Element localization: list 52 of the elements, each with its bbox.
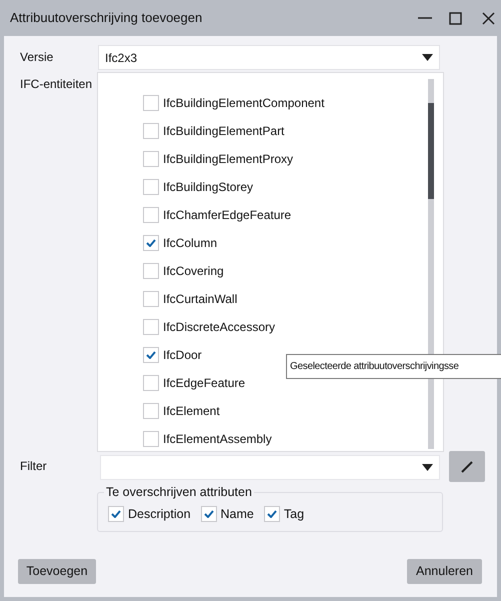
checkbox[interactable] xyxy=(143,179,159,195)
field-label: IFC-entiteiten xyxy=(20,76,94,93)
entity-label: IfcBuildingElementComponent xyxy=(163,95,324,112)
check-icon xyxy=(146,351,156,359)
filter-dropdown[interactable] xyxy=(100,455,440,480)
edit-button[interactable] xyxy=(449,451,485,482)
dropdown-arrow-icon xyxy=(422,464,433,471)
close-icon[interactable] xyxy=(482,12,495,24)
checkbox[interactable] xyxy=(143,95,159,111)
checkbox[interactable] xyxy=(264,506,280,522)
entity-label: IfcCurtainWall xyxy=(163,291,238,308)
cancel-button[interactable]: Annuleren xyxy=(407,559,482,584)
check-icon xyxy=(111,510,121,518)
entity-label: IfcBuildingStorey xyxy=(163,179,254,196)
attribute-label: Name xyxy=(220,506,254,523)
attribute-label: Tag xyxy=(284,506,304,523)
check-icon xyxy=(266,510,277,518)
checkbox[interactable] xyxy=(200,506,217,522)
add-button[interactable]: Toevoegen xyxy=(18,559,96,584)
checkbox[interactable] xyxy=(143,207,159,223)
entity-label: IfcDoor xyxy=(163,347,202,364)
checkbox[interactable] xyxy=(108,506,124,522)
entity-label: IfcColumn xyxy=(163,235,218,252)
checkbox[interactable] xyxy=(143,347,159,363)
checkbox[interactable] xyxy=(143,375,159,391)
maximize-icon[interactable] xyxy=(449,12,462,24)
check-icon xyxy=(146,239,156,247)
field-label: Filter xyxy=(20,458,48,475)
entity-label: IfcElementAssembly xyxy=(163,431,272,448)
entity-label: IfcBuildingElementPart xyxy=(163,123,284,140)
entity-label: IfcBuildingElementProxy xyxy=(163,151,294,168)
checkbox[interactable] xyxy=(143,235,159,251)
entity-label: IfcDiscreteAccessory xyxy=(163,319,276,336)
checkbox[interactable] xyxy=(143,403,159,419)
checkbox[interactable] xyxy=(143,319,159,335)
checkbox[interactable] xyxy=(143,151,159,167)
entity-label: IfcElement xyxy=(163,403,220,420)
window-title: Attribuutoverschrijving toevoegen xyxy=(10,9,204,28)
checkbox[interactable] xyxy=(143,431,159,447)
checkbox[interactable] xyxy=(143,263,159,279)
entity-label: IfcChamferEdgeFeature xyxy=(163,207,292,224)
check-icon xyxy=(204,510,214,518)
attribute-label: Description xyxy=(128,506,191,523)
dropdown-arrow-icon xyxy=(422,54,433,61)
tooltip-text: Geselecteerde attribuutoverschrijvingsse xyxy=(290,360,459,374)
pencil-icon xyxy=(461,460,473,472)
checkbox[interactable] xyxy=(143,123,159,139)
checkbox[interactable] xyxy=(143,291,159,307)
field-label: Versie xyxy=(20,49,54,66)
entity-label: IfcEdgeFeature xyxy=(163,375,246,392)
entity-label: IfcCovering xyxy=(163,263,224,280)
version-dropdown[interactable]: Ifc2x3 xyxy=(98,45,440,70)
